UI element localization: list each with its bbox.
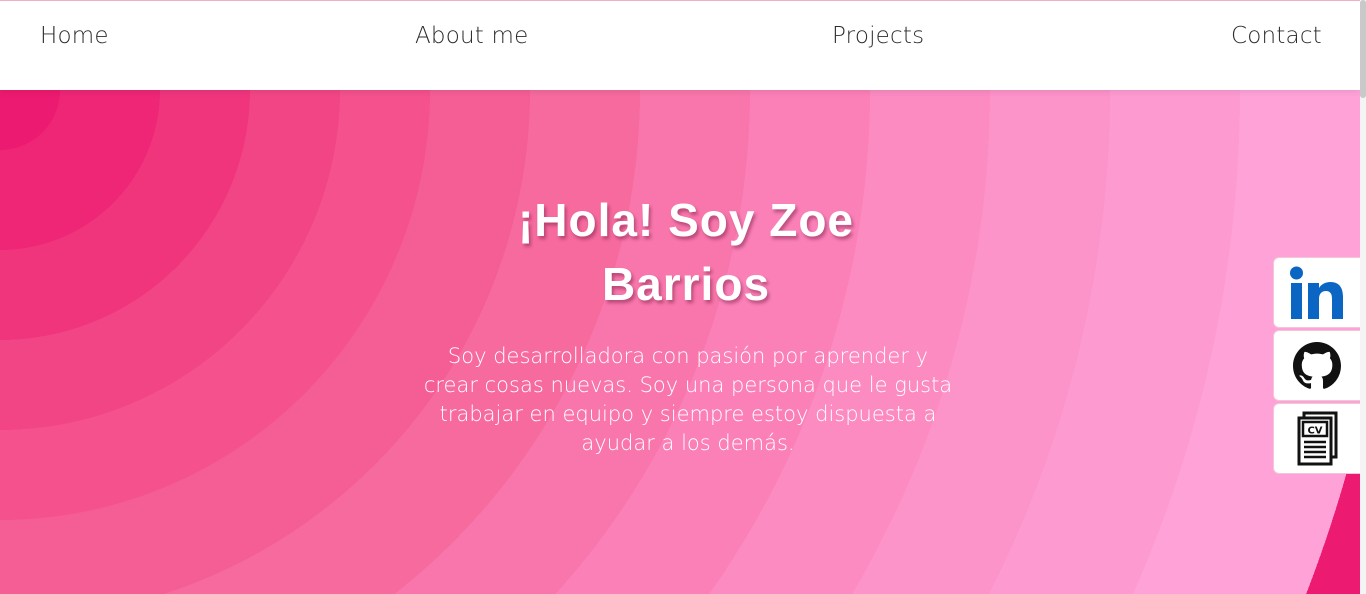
cv-mark: CV — [1307, 425, 1322, 436]
linkedin-icon — [1288, 264, 1346, 322]
cv-button[interactable]: CV — [1273, 403, 1360, 474]
hero-section: ¡Hola! Soy Zoe Barrios Soy desarrollador… — [0, 90, 1360, 594]
linkedin-button[interactable] — [1273, 257, 1360, 328]
github-icon — [1293, 341, 1341, 390]
cv-document-icon: CV — [1290, 410, 1344, 468]
nav-home-link[interactable]: Home — [40, 23, 109, 49]
nav-projects-link[interactable]: Projects — [832, 23, 924, 49]
hero-title: ¡Hola! Soy Zoe Barrios — [517, 194, 855, 310]
nav-about-link[interactable]: About me — [415, 23, 528, 49]
page-scrollbar[interactable] — [1360, 0, 1366, 594]
nav-contact-link[interactable]: Contact — [1231, 23, 1322, 49]
navbar: Home About me Projects Contact — [0, 1, 1360, 90]
hero-description: Soy desarrolladora con pasión por aprend… — [423, 344, 953, 455]
scrollbar-thumb[interactable] — [1360, 0, 1366, 98]
github-button[interactable] — [1273, 330, 1360, 401]
